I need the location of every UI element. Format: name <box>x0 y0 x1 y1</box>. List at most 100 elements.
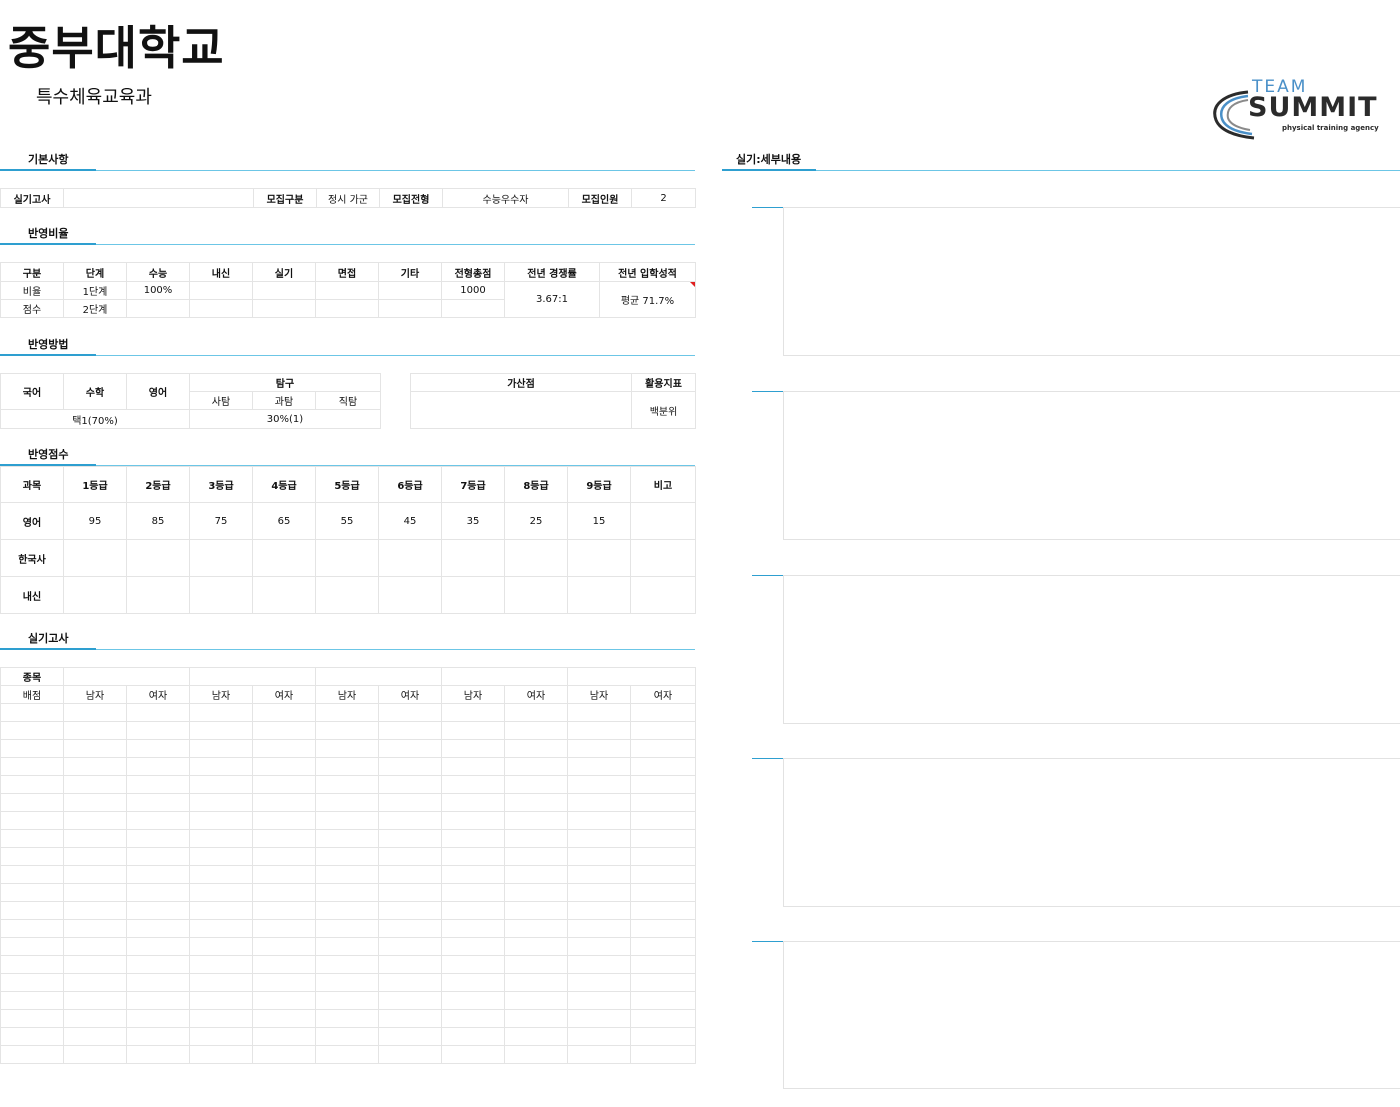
practical-score-cell[interactable] <box>441 757 505 776</box>
score-cell[interactable]: 25 <box>504 502 568 540</box>
score-cell[interactable] <box>63 539 127 577</box>
score-cell[interactable] <box>378 576 442 614</box>
practical-score-cell[interactable] <box>378 757 442 776</box>
practical-score-cell[interactable] <box>630 901 696 920</box>
practical-row-label-cell[interactable] <box>0 847 64 866</box>
score-cell[interactable]: 55 <box>315 502 379 540</box>
practical-score-cell[interactable] <box>504 1027 568 1046</box>
score-cell[interactable] <box>252 576 316 614</box>
practical-score-cell[interactable] <box>630 847 696 866</box>
practical-score-cell[interactable] <box>504 793 568 812</box>
practical-score-cell[interactable] <box>63 919 127 938</box>
practical-score-cell[interactable] <box>189 847 253 866</box>
comment-marker-icon[interactable] <box>690 282 695 287</box>
practical-score-cell[interactable] <box>504 973 568 992</box>
practical-score-cell[interactable] <box>63 829 127 848</box>
practical-score-cell[interactable] <box>441 739 505 758</box>
practical-score-cell[interactable] <box>126 775 190 794</box>
ratio-cell[interactable] <box>378 299 442 318</box>
practical-score-cell[interactable] <box>315 775 379 794</box>
practical-score-cell[interactable] <box>252 847 316 866</box>
recruit-count-value[interactable]: 2 <box>631 188 696 208</box>
score-cell[interactable]: 15 <box>567 502 631 540</box>
practical-score-cell[interactable] <box>189 973 253 992</box>
practical-score-cell[interactable] <box>315 1009 379 1028</box>
practical-row-label-cell[interactable] <box>0 811 64 830</box>
score-cell[interactable] <box>441 539 505 577</box>
practical-score-cell[interactable] <box>126 793 190 812</box>
practical-score-cell[interactable] <box>63 883 127 902</box>
practical-score-cell[interactable] <box>567 901 631 920</box>
practical-score-cell[interactable] <box>378 919 442 938</box>
score-cell[interactable] <box>630 576 696 614</box>
practical-score-cell[interactable] <box>504 739 568 758</box>
practical-score-cell[interactable] <box>126 739 190 758</box>
practical-score-cell[interactable] <box>630 991 696 1010</box>
practical-score-cell[interactable] <box>126 883 190 902</box>
practical-score-cell[interactable] <box>504 937 568 956</box>
practical-score-cell[interactable] <box>441 721 505 740</box>
practical-score-cell[interactable] <box>504 955 568 974</box>
score-cell[interactable]: 95 <box>63 502 127 540</box>
practical-score-cell[interactable] <box>252 973 316 992</box>
practical-score-cell[interactable] <box>315 721 379 740</box>
practical-event-cell[interactable] <box>441 667 568 686</box>
practical-score-cell[interactable] <box>315 1045 379 1064</box>
practical-score-cell[interactable] <box>378 973 442 992</box>
practical-row-label-cell[interactable] <box>0 703 64 722</box>
practical-row-label-cell[interactable] <box>0 775 64 794</box>
practical-score-cell[interactable] <box>315 829 379 848</box>
practical-score-cell[interactable] <box>378 901 442 920</box>
practical-score-cell[interactable] <box>378 793 442 812</box>
practical-score-cell[interactable] <box>567 775 631 794</box>
practical-score-cell[interactable] <box>567 757 631 776</box>
practical-score-cell[interactable] <box>567 1009 631 1028</box>
practical-score-cell[interactable] <box>189 1045 253 1064</box>
recruit-track-value[interactable]: 수능우수자 <box>442 188 569 208</box>
score-cell[interactable] <box>567 539 631 577</box>
practical-score-cell[interactable] <box>378 883 442 902</box>
practical-score-cell[interactable] <box>504 757 568 776</box>
practical-score-cell[interactable] <box>630 883 696 902</box>
score-cell[interactable] <box>630 502 696 540</box>
practical-score-cell[interactable] <box>315 937 379 956</box>
practical-row-label-cell[interactable] <box>0 955 64 974</box>
practical-score-cell[interactable] <box>189 937 253 956</box>
practical-score-cell[interactable] <box>504 721 568 740</box>
practical-score-cell[interactable] <box>63 703 127 722</box>
practical-score-cell[interactable] <box>441 775 505 794</box>
prev-admission-value[interactable]: 평균 71.7% <box>599 281 696 318</box>
practical-score-cell[interactable] <box>441 793 505 812</box>
practical-score-cell[interactable] <box>504 883 568 902</box>
practical-score-cell[interactable] <box>252 955 316 974</box>
practical-score-cell[interactable] <box>63 1045 127 1064</box>
practical-score-cell[interactable] <box>126 721 190 740</box>
practical-score-cell[interactable] <box>630 1009 696 1028</box>
practical-score-cell[interactable] <box>378 1009 442 1028</box>
practical-score-cell[interactable] <box>567 883 631 902</box>
practical-score-cell[interactable] <box>504 1009 568 1028</box>
practical-row-label-cell[interactable] <box>0 865 64 884</box>
practical-score-cell[interactable] <box>252 721 316 740</box>
practical-row-label-cell[interactable] <box>0 901 64 920</box>
practical-score-cell[interactable] <box>189 811 253 830</box>
practical-score-cell[interactable] <box>630 865 696 884</box>
practical-score-cell[interactable] <box>630 937 696 956</box>
practical-row-label-cell[interactable] <box>0 991 64 1010</box>
ratio-cell[interactable] <box>252 299 316 318</box>
practical-score-cell[interactable] <box>63 901 127 920</box>
practical-score-cell[interactable] <box>63 937 127 956</box>
ratio-cell[interactable] <box>378 281 442 300</box>
score-cell[interactable] <box>441 576 505 614</box>
practical-score-cell[interactable] <box>63 955 127 974</box>
ratio-cell[interactable] <box>315 299 379 318</box>
practical-score-cell[interactable] <box>567 829 631 848</box>
practical-score-cell[interactable] <box>378 1027 442 1046</box>
practical-score-cell[interactable] <box>567 1045 631 1064</box>
practical-score-cell[interactable] <box>252 829 316 848</box>
practical-score-cell[interactable] <box>504 775 568 794</box>
practical-score-cell[interactable] <box>126 865 190 884</box>
practical-score-cell[interactable] <box>315 757 379 776</box>
practical-row-label-cell[interactable] <box>0 973 64 992</box>
practical-score-cell[interactable] <box>126 829 190 848</box>
